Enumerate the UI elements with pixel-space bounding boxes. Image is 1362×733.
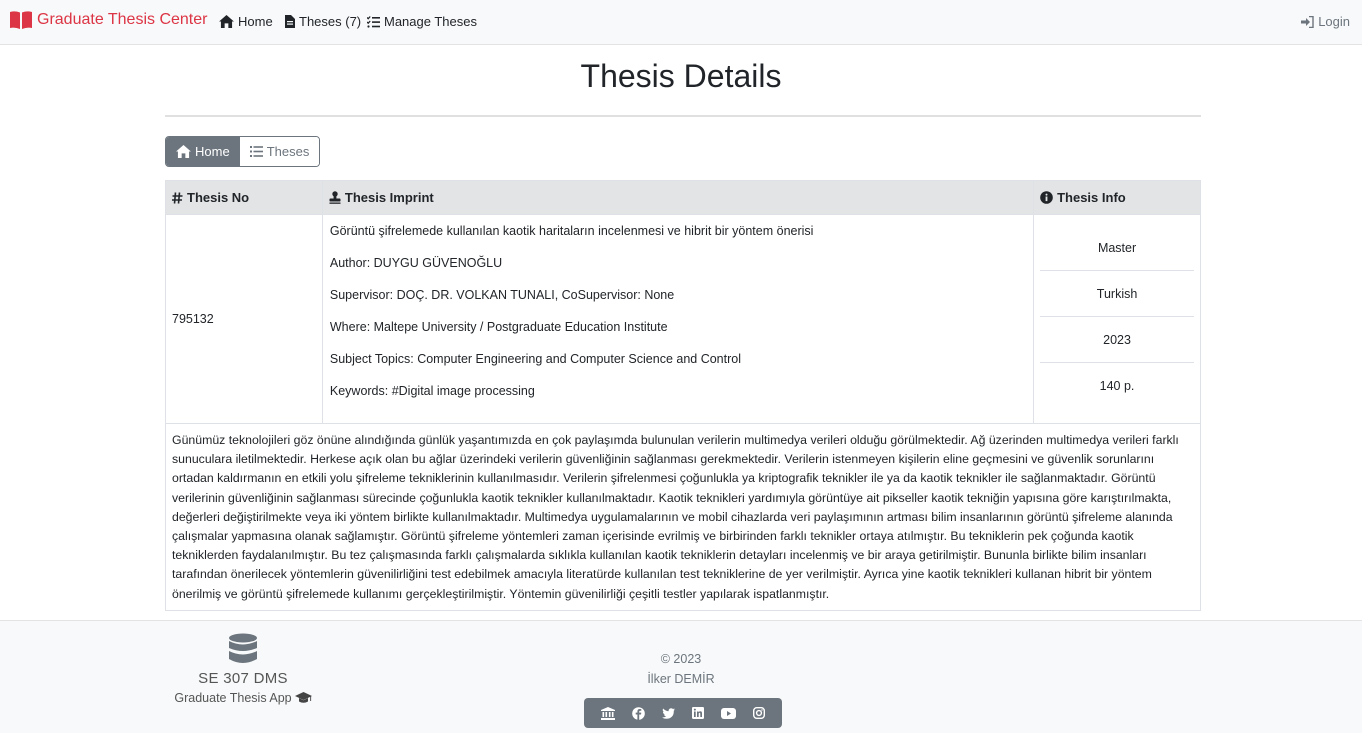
footer-app-name: Graduate Thesis App [165, 691, 321, 705]
home-button-label: Home [195, 144, 230, 159]
nav-home-label: Home [238, 14, 273, 29]
brand-title: Graduate Thesis Center [37, 11, 208, 28]
book-icon [10, 11, 32, 29]
facebook-icon[interactable] [631, 706, 645, 720]
graduation-cap-icon [294, 692, 312, 703]
hashtag-icon [172, 191, 183, 204]
header-thesis-imprint-label: Thesis Imprint [344, 190, 434, 205]
instagram-icon[interactable] [753, 707, 766, 719]
thesis-info-cell: Master Turkish 2023 140 p. [1033, 214, 1201, 424]
social-links [584, 698, 782, 728]
login-label: Login [1318, 14, 1350, 29]
footer: SE 307 DMS Graduate Thesis App © 2023 İl… [0, 620, 1362, 733]
twitter-icon[interactable] [661, 707, 675, 719]
thesis-year: 2023 [1040, 317, 1194, 363]
abstract-row: Günümüz teknolojileri göz önüne alındığı… [165, 423, 1201, 611]
header-thesis-info: Thesis Info [1033, 180, 1201, 215]
home-icon [219, 15, 234, 28]
thesis-no-cell: 795132 [165, 214, 323, 424]
nav-manage-label: Manage Theses [384, 14, 477, 29]
thesis-abstract: Günümüz teknolojileri göz önüne alındığı… [165, 423, 1201, 611]
footer-copyright: © 2023 [660, 652, 702, 666]
header-thesis-no: Thesis No [165, 180, 323, 215]
table-row: 795132 Görüntü şifrelemede kullanılan ka… [165, 214, 1201, 424]
thesis-author: Author: DUYGU GÜVENOĞLU [329, 256, 503, 270]
nav-button-group: Home Theses [165, 136, 321, 167]
login-link[interactable]: Login [1301, 14, 1350, 29]
sign-in-icon [1301, 15, 1314, 28]
brand-link[interactable]: Graduate Thesis Center [10, 11, 207, 29]
thesis-language: Turkish [1040, 271, 1194, 317]
linkedin-icon[interactable] [692, 707, 705, 719]
list-check-icon [367, 15, 380, 28]
thesis-title: Görüntü şifrelemede kullanılan kaotik ha… [329, 224, 814, 238]
nav-theses-label: Theses (7) [299, 14, 362, 29]
footer-copyright-block: © 2023 İlker DEMİR [0, 649, 1362, 689]
theses-button-label: Theses [266, 144, 310, 159]
footer-author: İlker DEMİR [647, 672, 715, 686]
header-thesis-info-label: Thesis Info [1057, 190, 1126, 205]
university-icon[interactable] [600, 706, 615, 720]
thesis-subjects: Subject Topics: Computer Engineering and… [329, 352, 741, 366]
thesis-type: Master [1040, 225, 1194, 271]
thesis-where: Where: Maltepe University / Postgraduate… [329, 320, 668, 334]
home-icon [176, 145, 191, 158]
list-icon [249, 146, 263, 157]
thesis-imprint-cell: Görüntü şifrelemede kullanılan kaotik ha… [321, 214, 1035, 424]
home-button[interactable]: Home [166, 137, 240, 166]
theses-button[interactable]: Theses [239, 137, 320, 166]
thesis-table: Thesis No Thesis Imprint Thesis Info 795… [165, 180, 1201, 611]
info-circle-icon [1040, 191, 1053, 204]
nav-theses[interactable]: Theses (7) [285, 14, 361, 29]
header-thesis-no-label: Thesis No [187, 190, 250, 205]
nav-manage-theses[interactable]: Manage Theses [367, 14, 477, 29]
thesis-supervisor: Supervisor: DOÇ. DR. VOLKAN TUNALI, CoSu… [329, 288, 675, 302]
stamp-icon [329, 191, 341, 204]
nav-home[interactable]: Home [219, 14, 273, 29]
header-thesis-imprint: Thesis Imprint [321, 180, 1035, 215]
page-title: Thesis Details [580, 58, 782, 94]
footer-app-label: Graduate Thesis App [174, 691, 292, 705]
file-icon [285, 15, 295, 28]
thesis-keywords: Keywords: #Digital image processing [329, 384, 535, 398]
table-header-row: Thesis No Thesis Imprint Thesis Info [165, 180, 1201, 215]
title-divider [165, 115, 1201, 117]
navbar: Graduate Thesis Center Home Theses (7) M… [0, 0, 1362, 45]
youtube-icon[interactable] [721, 707, 737, 719]
thesis-pages: 140 p. [1099, 379, 1135, 393]
